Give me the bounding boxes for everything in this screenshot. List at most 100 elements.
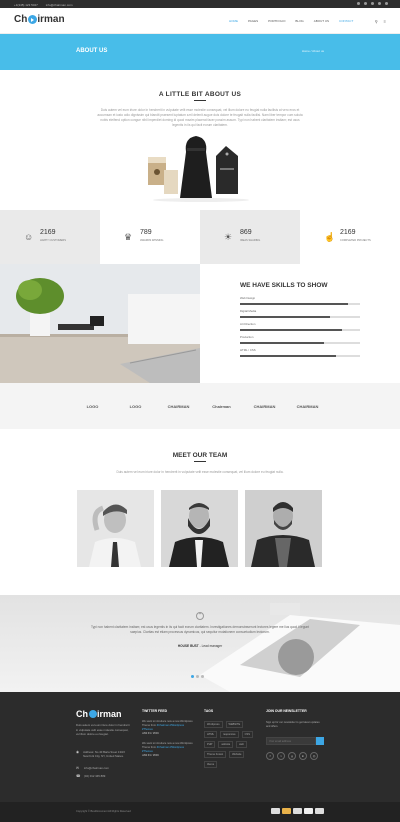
nav-contact[interactable]: CONTACT: [334, 17, 358, 25]
tweet-date: JAN 01 / 2016: [142, 732, 159, 735]
phone-icon: ☎: [76, 774, 81, 778]
footer-phone: ☎ (02) 012 345 889: [76, 774, 136, 778]
logo-text-end: irman: [37, 14, 65, 25]
facebook-icon[interactable]: f: [266, 752, 274, 760]
client-logo-text: CHAIRMAN: [167, 403, 190, 409]
skill-label: Production: [240, 335, 254, 339]
skill-bar: [240, 342, 360, 344]
stat-item: ☝ 2169 Completed projects: [300, 210, 400, 264]
slider-dot[interactable]: [196, 675, 199, 678]
menu-icon[interactable]: ≡: [384, 19, 386, 24]
client-logo[interactable]: LOGO: [114, 404, 157, 409]
amex-card-icon: [293, 808, 302, 814]
newsletter-submit-button[interactable]: [316, 737, 324, 745]
nav-pages[interactable]: PAGES: [243, 17, 263, 25]
skill-label: Digital Media: [240, 309, 257, 313]
mail-icon: ✉: [76, 766, 79, 770]
tag[interactable]: website: [218, 741, 234, 748]
mastercard-icon: [282, 808, 291, 814]
newsletter-text: Sign up for our newsletter to get latest…: [266, 721, 320, 728]
linkedin-icon[interactable]: in: [299, 752, 307, 760]
map-pin-icon: ◉: [76, 750, 80, 754]
slider-dot[interactable]: [201, 675, 204, 678]
thumbs-up-icon: ☝: [324, 232, 336, 242]
team-member-photo[interactable]: [245, 490, 322, 567]
tag[interactable]: web: [236, 741, 247, 748]
client-logos: LOGO LOGO CHAIRMAN Chairman CHAIRMAN CHA…: [0, 383, 400, 429]
twitter-icon[interactable]: t: [277, 752, 285, 760]
footer-logo[interactable]: Ch irman: [76, 709, 122, 719]
skill-label: Web Design: [240, 296, 256, 300]
trophy-icon: ♛: [124, 232, 133, 242]
team-member-photo[interactable]: [161, 490, 238, 567]
stat-label: Awards winning: [140, 239, 164, 242]
client-logo[interactable]: CHAIRMAN: [286, 404, 329, 409]
visa-card-icon: [271, 808, 280, 814]
tag[interactable]: PHP: [204, 741, 216, 748]
team-member-photo[interactable]: [77, 490, 154, 567]
tag[interactable]: CSS: [241, 731, 253, 738]
skill-bar: [240, 303, 360, 305]
skill-row: Web Design: [240, 296, 360, 305]
tag[interactable]: Website: [229, 751, 245, 758]
client-logo-text: CHAIRMAN: [296, 403, 319, 409]
footer-about: Duis autem vel eum iriure dolor in hendr…: [76, 723, 130, 736]
site-header: Ch irman HOME PAGES PORTFOLIO BLOG ABOUT…: [0, 8, 400, 34]
topbar-social-icons: [357, 2, 388, 5]
breadcrumb[interactable]: Home / About us: [302, 49, 324, 53]
site-footer: Ch irman Duis autem vel eum iriure dolor…: [0, 692, 400, 802]
site-logo[interactable]: Ch irman: [14, 14, 65, 25]
google-plus-icon[interactable]: [371, 2, 374, 5]
heading-divider: [194, 100, 206, 101]
skill-bar: [240, 329, 360, 331]
discover-card-icon: [304, 808, 313, 814]
logo-text-start: Ch: [76, 709, 88, 719]
footer-address: ◉ Address: No 40 Baria Sreet 133/2 NewYo…: [76, 750, 136, 758]
client-logo[interactable]: CHAIRMAN: [157, 404, 200, 409]
client-logo[interactable]: Chairman: [200, 404, 243, 409]
client-logo-text: LOGO: [86, 403, 99, 409]
nav-home[interactable]: HOME: [224, 17, 243, 25]
tweet-item: We want to introduce new a new Wordpress…: [142, 720, 194, 736]
tag[interactable]: responsive: [220, 731, 239, 738]
facebook-icon[interactable]: [357, 2, 360, 5]
instagram-icon[interactable]: ◎: [310, 752, 318, 760]
tag[interactable]: Theme Forest: [204, 751, 227, 758]
tweet-date: JAN 01 / 2016: [142, 754, 159, 757]
tweet-item: We want to introduce new a new Wordpress…: [142, 742, 194, 758]
skill-row: Production: [240, 335, 360, 344]
google-plus-icon[interactable]: g: [288, 752, 296, 760]
linkedin-icon[interactable]: [378, 2, 381, 5]
tag[interactable]: HTML: [204, 731, 218, 738]
slider-dots: [191, 675, 204, 678]
tag[interactable]: Wordpress: [204, 721, 223, 728]
tag-cloud: Wordpress WEBSITE HTML responsive CSS PH…: [204, 721, 258, 768]
client-logo[interactable]: CHAIRMAN: [243, 404, 286, 409]
tag[interactable]: WEBSITE: [225, 721, 244, 728]
stat-item: ☀ 869 Ideas sharing: [200, 210, 300, 264]
client-logo-text: CHAIRMAN: [253, 403, 276, 409]
instagram-icon[interactable]: [385, 2, 388, 5]
payment-icons: [271, 808, 324, 814]
nav-blog[interactable]: BLOG: [290, 17, 308, 25]
twitter-icon[interactable]: [364, 2, 367, 5]
author-name: HOUSE BUST: [177, 644, 199, 648]
nav-portfolio[interactable]: PORTFOLIO: [263, 17, 290, 25]
nav-about-us[interactable]: ABOUT US: [309, 17, 334, 25]
testimonial-author: HOUSE BUST - Lead manager: [0, 644, 400, 648]
newsletter-email-input[interactable]: [266, 737, 316, 745]
topbar-email[interactable]: info@chairman.com: [46, 3, 73, 7]
slider-dot[interactable]: [191, 675, 194, 678]
testimonial-section: “ Typi non habent claritatem insitam; es…: [0, 595, 400, 692]
client-logo[interactable]: LOGO: [71, 404, 114, 409]
skill-bar: [240, 316, 360, 318]
search-icon[interactable]: ⚲: [375, 19, 378, 24]
newsletter-heading: JOIN OUR NEWSLETTER: [266, 709, 307, 713]
email-text[interactable]: info@chairman.com: [84, 766, 109, 770]
stat-value: 2169: [40, 229, 56, 236]
about-heading: A LITTLE BIT ABOUT US: [158, 91, 242, 98]
stat-value: 2169: [340, 229, 356, 236]
stat-label: Completed projects: [340, 239, 371, 242]
logo-text-start: Ch: [14, 14, 28, 25]
tag[interactable]: theme: [204, 761, 218, 768]
